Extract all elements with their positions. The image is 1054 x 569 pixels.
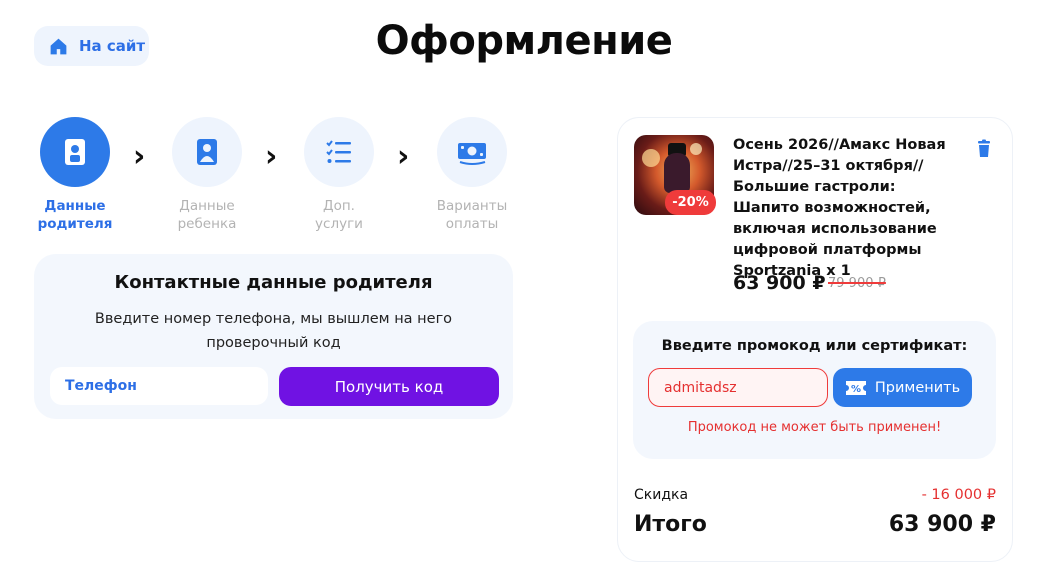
step-circle	[40, 117, 110, 187]
parent-card-icon	[65, 139, 85, 165]
checklist-icon	[326, 140, 351, 163]
contact-description: Введите номер телефона, мы вышлем на нег…	[94, 311, 453, 351]
get-code-button[interactable]: Получить код	[279, 367, 499, 406]
chevron-right-icon: ›	[265, 139, 278, 174]
total-value: 63 900 ₽	[888, 512, 996, 537]
contact-title: Контактные данные родителя	[114, 272, 433, 293]
product-title: Осень 2026//Амакс Новая Истра//25–31 окт…	[733, 137, 946, 279]
chevron-right-icon: ›	[397, 139, 410, 174]
cash-icon	[458, 143, 486, 165]
step-label: Данные родителя	[37, 198, 113, 232]
page-title: Оформление	[375, 18, 673, 64]
phone-input[interactable]	[50, 367, 268, 405]
svg-text:%: %	[851, 384, 861, 395]
chevron-right-icon: ›	[133, 139, 146, 174]
promo-code-box: Введите промокод или сертификат: % Приме…	[633, 321, 996, 459]
step-parent-data[interactable]: Данные родителя	[30, 117, 120, 233]
step-label: Варианты оплаты	[436, 198, 508, 232]
discount-label: Скидка	[634, 487, 689, 503]
product-price: 63 900 ₽	[733, 272, 826, 294]
product-old-price: 79 900 ₽	[828, 276, 886, 291]
step-circle	[304, 117, 374, 187]
apply-promo-button[interactable]: % Применить	[833, 368, 972, 407]
promo-code-input[interactable]	[648, 368, 828, 407]
discount-badge: -20%	[665, 190, 716, 215]
child-card-icon	[197, 139, 217, 165]
checkout-steps: Данные родителя › Данные ребенка › Доп. …	[30, 117, 525, 235]
step-label: Данные ребенка	[177, 198, 237, 232]
contact-details-card: Контактные данные родителя Введите номер…	[34, 254, 513, 419]
step-payment-options[interactable]: Варианты оплаты	[427, 117, 517, 233]
promo-error-message: Промокод не может быть применен!	[687, 420, 942, 435]
discount-value: - 16 000 ₽	[921, 487, 996, 503]
step-extra-services[interactable]: Доп. услуги	[294, 117, 384, 233]
coupon-icon: %	[845, 380, 866, 395]
apply-promo-label: Применить	[874, 379, 961, 396]
step-circle	[172, 117, 242, 187]
step-label: Доп. услуги	[315, 198, 363, 232]
total-label: Итого	[634, 512, 707, 537]
order-summary-card: -20% Осень 2026//Амакс Новая Истра//25–3…	[617, 117, 1013, 562]
promo-label: Введите промокод или сертификат:	[661, 338, 968, 354]
step-child-data[interactable]: Данные ребенка	[162, 117, 252, 233]
trash-icon[interactable]	[974, 139, 994, 159]
step-circle	[437, 117, 507, 187]
